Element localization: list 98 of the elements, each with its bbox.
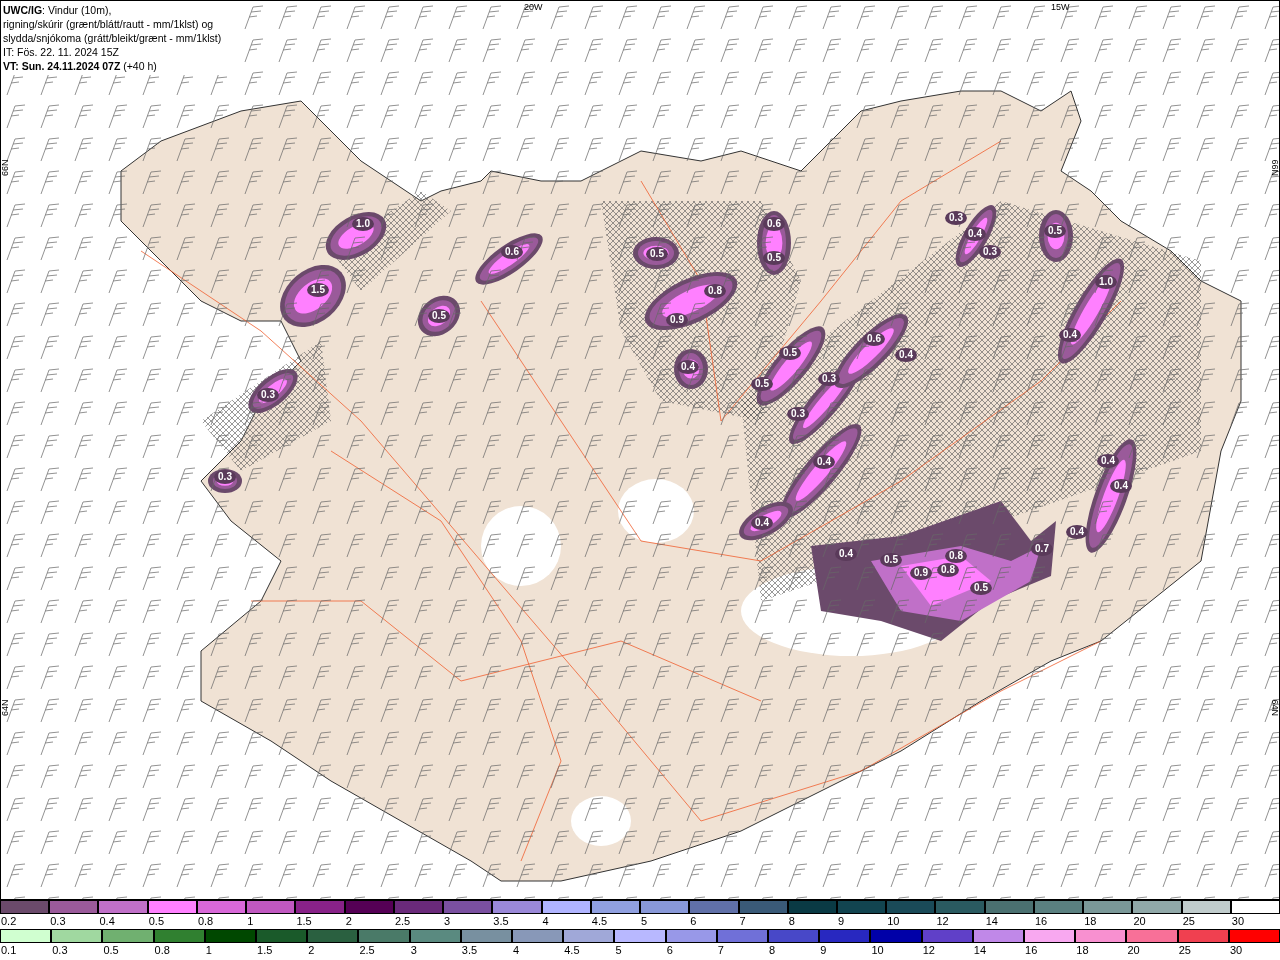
legend-label: 2: [307, 943, 316, 958]
precipitation-value: 0.4: [1114, 480, 1128, 491]
precipitation-value: 0.3: [218, 471, 232, 482]
legend-label: 7: [716, 943, 725, 958]
legend-label: 3.5: [460, 943, 479, 958]
precipitation-value: 0.5: [432, 310, 446, 321]
legend-label: 14: [972, 943, 988, 958]
legend-label: 25: [1181, 914, 1196, 929]
precipitation-value: 0.4: [839, 548, 853, 559]
precipitation-value: 1.5: [311, 284, 325, 295]
latitude-label: 64N: [1269, 699, 1279, 716]
precipitation-value: 0.3: [983, 246, 997, 257]
precipitation-value: 0.3: [822, 373, 836, 384]
legend-label: 4.5: [563, 943, 581, 958]
legend-label: 0.8: [196, 914, 215, 929]
legend-label: 8: [768, 943, 777, 958]
precipitation-value: 0.5: [755, 378, 769, 389]
precipitation-value: 0.4: [968, 228, 982, 239]
legend-label: 2.5: [358, 943, 376, 958]
precipitation-value: 0.4: [681, 361, 695, 372]
legend-label: 0.5: [147, 914, 165, 929]
map-caption-line: slydda/snjókoma (grátt/bleikt/grænt - mm/1klst): [3, 31, 223, 45]
longitude-label: 15W: [1051, 1, 1070, 14]
precipitation-value: 0.5: [650, 248, 664, 259]
legend-label: 25: [1177, 943, 1192, 958]
precipitation-value: 0.7: [1035, 543, 1049, 554]
legend-label: 3: [409, 943, 418, 958]
precipitation-value: 0.6: [505, 246, 519, 257]
legend-label: 8: [787, 914, 796, 929]
precipitation-value: 0.6: [867, 333, 881, 344]
legend-label: 1.5: [256, 943, 274, 958]
legend-label: 1: [204, 943, 213, 958]
precipitation-value: 0.4: [1063, 329, 1077, 340]
latitude-label: 66N: [1269, 159, 1279, 176]
legend-label: 2: [344, 914, 353, 929]
legend-label: 0.3: [49, 914, 67, 929]
legend-label: 30: [1230, 914, 1246, 929]
precipitation-value: 0.4: [755, 517, 769, 528]
legend-label: 16: [1024, 943, 1039, 958]
precipitation-value: 0.9: [914, 567, 928, 578]
precipitation-value: 0.5: [884, 554, 898, 565]
legend-label: 30: [1228, 943, 1244, 958]
precipitation-value: 0.4: [1070, 526, 1084, 537]
legend-label: 2.5: [393, 914, 412, 929]
legend-label: 18: [1075, 943, 1090, 958]
precipitation-value: 0.4: [1101, 455, 1115, 466]
legend-label: 7: [738, 914, 747, 929]
legend-label: 12: [921, 943, 936, 958]
legend-label: 4.5: [590, 914, 609, 929]
legend-label: 10: [870, 943, 885, 958]
legend-label: 5: [640, 914, 649, 929]
legend-label: 9: [819, 943, 828, 958]
latitude-label: 66N: [1, 159, 11, 176]
precipitation-value: 0.5: [783, 347, 797, 358]
legend-label: 12: [935, 914, 950, 929]
legend-label: 0.2: [0, 914, 18, 929]
precipitation-value: 0.9: [670, 314, 684, 325]
map-caption-line: IT: Fös. 22. 11. 2024 15Z: [3, 45, 120, 59]
legend-label: 0.1: [0, 943, 18, 958]
legend-label: 1.5: [295, 914, 313, 929]
legend-label: 3: [443, 914, 452, 929]
legend-label: 4: [541, 914, 550, 929]
precipitation-value: 0.5: [767, 252, 781, 263]
legend-label: 6: [689, 914, 698, 929]
map-caption-line: UWC/IG: Vindur (10m),: [3, 3, 113, 17]
latitude-label: 64N: [1, 699, 11, 716]
legend-label: 10: [886, 914, 901, 929]
longitude-label: 20W: [524, 1, 543, 14]
precipitation-value: 0.6: [767, 218, 781, 229]
precipitation-value: 0.8: [708, 285, 722, 296]
legend-label: 4: [512, 943, 521, 958]
precipitation-value: 0.4: [817, 456, 831, 467]
map-caption-line: VT: Sun. 24.11.2024 07Z (+40 h): [3, 59, 158, 73]
legend-label: 0.8: [153, 943, 171, 958]
legend-label: 0.5: [102, 943, 120, 958]
precipitation-value: 0.5: [1048, 225, 1062, 236]
precipitation-value: 0.3: [791, 408, 805, 419]
legend-label: 20: [1126, 943, 1141, 958]
map-caption-line: rigning/skúrir (grænt/blátt/rautt - mm/1klst) og: [3, 17, 215, 31]
legend-label: 18: [1083, 914, 1098, 929]
legend-label: 14: [984, 914, 999, 929]
legend-label: 0.3: [51, 943, 69, 958]
precipitation-value: 1.0: [1099, 276, 1113, 287]
precipitation-value: 0.3: [261, 389, 275, 400]
legend-label: 5: [614, 943, 623, 958]
precipitation-value: 0.5: [974, 582, 988, 593]
precipitation-value: 0.8: [941, 564, 955, 575]
legend-label: 0.4: [98, 914, 116, 929]
legend-label: 16: [1033, 914, 1049, 929]
legend-label: 3.5: [492, 914, 510, 929]
precipitation-value: 0.4: [899, 349, 913, 360]
precipitation-value: 0.3: [949, 212, 963, 223]
legend-label: 1: [246, 914, 255, 929]
legend-label: 9: [837, 914, 846, 929]
precipitation-value: 0.8: [949, 550, 963, 561]
precipitation-value: 1.0: [356, 218, 370, 229]
legend-label: 20: [1132, 914, 1147, 929]
legend-label: 6: [665, 943, 674, 958]
